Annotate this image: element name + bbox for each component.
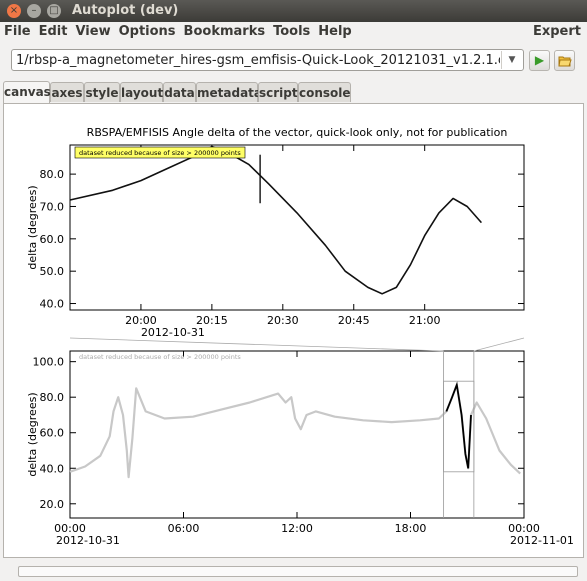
tab-layout[interactable]: layout	[120, 82, 163, 102]
menu-expert[interactable]: Expert	[533, 24, 581, 39]
url-input[interactable]: 1/rbsp-a_magnetometer_hires-gsm_emfisis-…	[16, 53, 500, 68]
play-icon: ▶	[534, 53, 545, 67]
status-bar	[18, 566, 578, 577]
play-button[interactable]: ▶	[529, 50, 550, 71]
menu-options[interactable]: Options	[115, 22, 180, 39]
canvas-panel	[3, 103, 584, 558]
tab-data[interactable]: data	[163, 82, 196, 102]
menu-bookmarks[interactable]: Bookmarks	[180, 22, 270, 39]
tab-canvas[interactable]: canvas	[3, 81, 51, 103]
tab-script[interactable]: script	[258, 82, 298, 102]
menu-tools[interactable]: Tools	[269, 22, 314, 39]
close-button[interactable]: ×	[7, 4, 21, 18]
tab-axes[interactable]: axes	[50, 82, 84, 102]
menu-help[interactable]: Help	[314, 22, 355, 39]
tab-metadata[interactable]: metadata	[196, 82, 262, 102]
folder-open-icon	[557, 56, 572, 67]
menu-bar: File Edit View Options Bookmarks Tools Help Ex…	[0, 22, 587, 42]
tab-console[interactable]: console	[298, 82, 351, 102]
window-title: Autoplot (dev)	[72, 3, 179, 18]
url-combobox[interactable]: 1/rbsp-a_magnetometer_hires-gsm_emfisis-…	[11, 49, 524, 71]
menu-file[interactable]: File	[0, 22, 35, 39]
minimize-button[interactable]: –	[27, 4, 41, 18]
menu-view[interactable]: View	[71, 22, 114, 39]
title-bar: × – □ Autoplot (dev)	[0, 0, 587, 22]
menu-edit[interactable]: Edit	[35, 22, 72, 39]
tab-style[interactable]: style	[84, 82, 120, 102]
open-file-button[interactable]	[554, 50, 575, 71]
chevron-down-icon[interactable]: ▼	[501, 51, 522, 69]
maximize-button[interactable]: □	[47, 4, 61, 18]
